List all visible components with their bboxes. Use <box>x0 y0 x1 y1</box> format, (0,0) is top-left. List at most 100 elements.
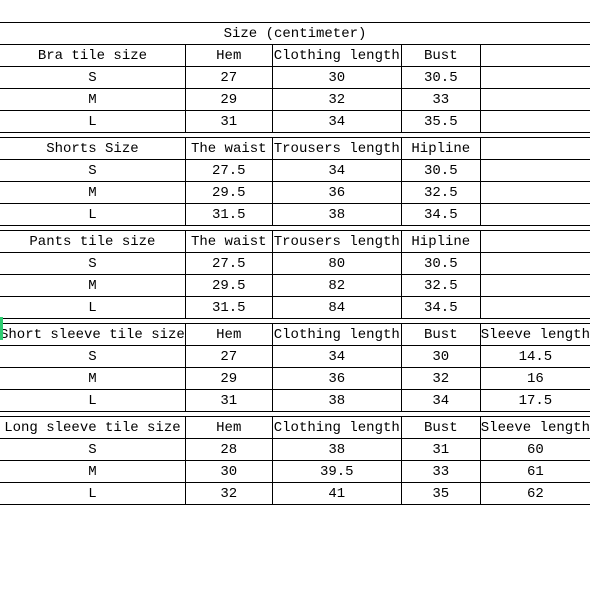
value-cell: 32.5 <box>401 182 480 204</box>
size-cell: M <box>0 368 185 390</box>
table-row: M 29.5 36 32.5 <box>0 182 590 204</box>
size-cell: S <box>0 346 185 368</box>
size-cell: S <box>0 439 185 461</box>
value-cell: 14.5 <box>480 346 590 368</box>
header-cell: Clothing length <box>272 45 401 67</box>
value-cell: 39.5 <box>272 461 401 483</box>
section-header-row: Pants tile size The waist Trousers lengt… <box>0 231 590 253</box>
value-cell: 28 <box>185 439 272 461</box>
value-cell <box>480 89 590 111</box>
header-cell: Bust <box>401 417 480 439</box>
header-cell: Sleeve length <box>480 324 590 346</box>
value-cell: 41 <box>272 483 401 505</box>
value-cell: 31.5 <box>185 204 272 226</box>
value-cell: 32 <box>185 483 272 505</box>
value-cell: 38 <box>272 390 401 412</box>
table-row: M 29.5 82 32.5 <box>0 275 590 297</box>
table-row: L 31.5 84 34.5 <box>0 297 590 319</box>
header-cell: Hipline <box>401 138 480 160</box>
value-cell: 16 <box>480 368 590 390</box>
value-cell: 30.5 <box>401 160 480 182</box>
section-header-row: Bra tile size Hem Clothing length Bust <box>0 45 590 67</box>
size-cell: L <box>0 483 185 505</box>
table-row: S 27.5 80 30.5 <box>0 253 590 275</box>
size-cell: L <box>0 111 185 133</box>
value-cell: 31 <box>185 111 272 133</box>
size-cell: M <box>0 182 185 204</box>
value-cell: 34.5 <box>401 297 480 319</box>
value-cell <box>480 253 590 275</box>
value-cell: 30 <box>185 461 272 483</box>
value-cell: 38 <box>272 439 401 461</box>
value-cell: 30.5 <box>401 253 480 275</box>
value-cell <box>480 111 590 133</box>
size-chart-table: Size (centimeter) Bra tile size Hem Clot… <box>0 22 590 505</box>
header-cell: Clothing length <box>272 324 401 346</box>
value-cell: 30 <box>401 346 480 368</box>
value-cell: 27 <box>185 346 272 368</box>
header-cell: Clothing length <box>272 417 401 439</box>
table-row: L 31 38 34 17.5 <box>0 390 590 412</box>
size-cell: M <box>0 275 185 297</box>
size-cell: M <box>0 461 185 483</box>
value-cell: 32 <box>401 368 480 390</box>
value-cell: 36 <box>272 368 401 390</box>
table-row: L 31.5 38 34.5 <box>0 204 590 226</box>
table-row: S 28 38 31 60 <box>0 439 590 461</box>
value-cell: 34 <box>272 346 401 368</box>
header-cell: Short sleeve tile size <box>0 324 185 346</box>
value-cell <box>480 275 590 297</box>
table-row: L 32 41 35 62 <box>0 483 590 505</box>
size-cell: L <box>0 297 185 319</box>
title-row: Size (centimeter) <box>0 23 590 45</box>
table-row: L 31 34 35.5 <box>0 111 590 133</box>
value-cell: 30.5 <box>401 67 480 89</box>
header-cell: Hem <box>185 45 272 67</box>
header-cell: Bust <box>401 324 480 346</box>
value-cell <box>480 182 590 204</box>
value-cell: 31.5 <box>185 297 272 319</box>
size-cell: M <box>0 89 185 111</box>
value-cell: 34.5 <box>401 204 480 226</box>
header-cell: Sleeve length <box>480 417 590 439</box>
value-cell: 30 <box>272 67 401 89</box>
header-cell: Trousers length <box>272 231 401 253</box>
value-cell <box>480 67 590 89</box>
header-cell: Hem <box>185 324 272 346</box>
header-cell: Hem <box>185 417 272 439</box>
size-cell: S <box>0 160 185 182</box>
value-cell: 82 <box>272 275 401 297</box>
value-cell: 29 <box>185 89 272 111</box>
table-title: Size (centimeter) <box>0 23 590 45</box>
value-cell: 32 <box>272 89 401 111</box>
value-cell: 60 <box>480 439 590 461</box>
value-cell: 33 <box>401 89 480 111</box>
value-cell: 38 <box>272 204 401 226</box>
header-cell: The waist <box>185 138 272 160</box>
value-cell: 80 <box>272 253 401 275</box>
header-cell: Shorts Size <box>0 138 185 160</box>
value-cell <box>480 297 590 319</box>
value-cell: 61 <box>480 461 590 483</box>
table-row: M 29 32 33 <box>0 89 590 111</box>
value-cell: 34 <box>272 160 401 182</box>
table-row: S 27 34 30 14.5 <box>0 346 590 368</box>
header-cell <box>480 231 590 253</box>
highlight-marker <box>0 317 3 340</box>
value-cell <box>480 160 590 182</box>
table-row: S 27 30 30.5 <box>0 67 590 89</box>
header-cell: Bust <box>401 45 480 67</box>
value-cell: 29 <box>185 368 272 390</box>
value-cell: 34 <box>401 390 480 412</box>
value-cell: 31 <box>185 390 272 412</box>
value-cell: 62 <box>480 483 590 505</box>
table-row: M 30 39.5 33 61 <box>0 461 590 483</box>
value-cell: 32.5 <box>401 275 480 297</box>
value-cell: 27.5 <box>185 160 272 182</box>
size-cell: L <box>0 204 185 226</box>
section-header-row: Long sleeve tile size Hem Clothing lengt… <box>0 417 590 439</box>
header-cell <box>480 138 590 160</box>
header-cell: Hipline <box>401 231 480 253</box>
header-cell: Bra tile size <box>0 45 185 67</box>
table-row: M 29 36 32 16 <box>0 368 590 390</box>
